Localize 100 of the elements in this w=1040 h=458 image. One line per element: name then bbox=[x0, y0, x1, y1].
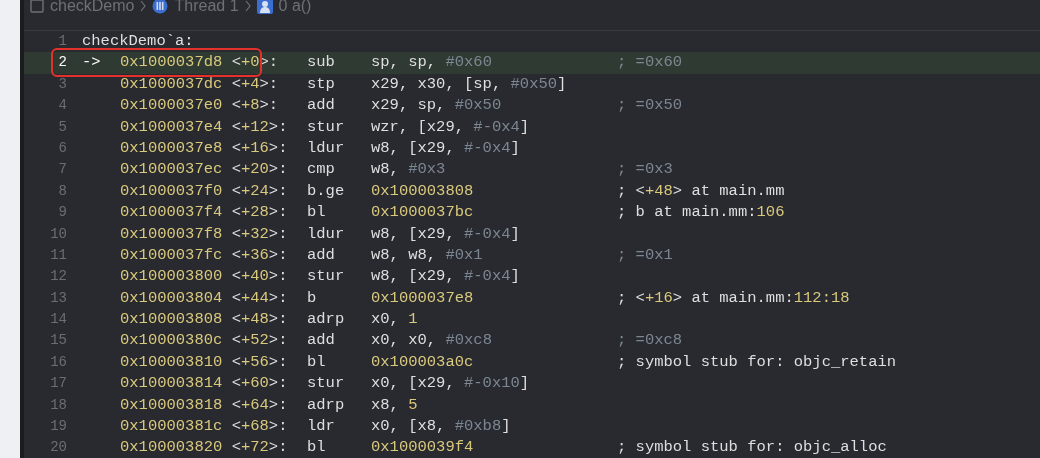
instruction-offset: <+52>: bbox=[231, 331, 288, 350]
line-number: 18 bbox=[49, 395, 67, 415]
chevron-icon bbox=[140, 0, 147, 12]
line-number: 8 bbox=[57, 181, 67, 201]
operands: 0x100003a0c bbox=[371, 352, 474, 371]
operands: w8, #0x3 bbox=[371, 160, 446, 179]
mnemonic: adrp bbox=[307, 395, 345, 414]
instruction-address: 0x100003800 bbox=[120, 267, 223, 286]
instruction-address: 0x100003810 bbox=[120, 352, 223, 371]
mnemonic: adrp bbox=[307, 310, 345, 329]
operands: w8, [x29, #-0x4] bbox=[371, 267, 520, 286]
instruction-address: 0x10000380c bbox=[120, 331, 223, 350]
breadcrumb-item[interactable]: 0 a() bbox=[278, 0, 312, 15]
instruction-offset: <+16>: bbox=[231, 138, 288, 157]
mnemonic: ldr bbox=[307, 417, 335, 436]
operands: x8, 5 bbox=[371, 395, 418, 414]
line-number: 9 bbox=[57, 203, 67, 223]
operands: x29, sp, #0x50 bbox=[371, 96, 502, 115]
instruction-offset: <+48>: bbox=[231, 310, 288, 329]
instruction-address: 0x1000037fc bbox=[120, 245, 223, 264]
line-number: 5 bbox=[57, 117, 67, 137]
instruction-address: 0x1000037f4 bbox=[120, 203, 223, 222]
mnemonic: stur bbox=[307, 117, 345, 136]
operands: 0x1000039f4 bbox=[371, 438, 474, 457]
instruction-offset: <+60>: bbox=[231, 374, 288, 393]
breadcrumb-item[interactable]: checkDemo bbox=[50, 0, 135, 15]
mnemonic: stur bbox=[307, 267, 345, 286]
operands: 0x100003808 bbox=[371, 181, 474, 200]
file-icon bbox=[30, 0, 44, 13]
line-number: 20 bbox=[49, 438, 67, 458]
code-comment: ; =0x50 bbox=[617, 96, 683, 115]
operands: x0, [x29, #-0x10] bbox=[371, 374, 530, 393]
program-counter-arrow: -> bbox=[82, 53, 101, 72]
line-number: 10 bbox=[49, 224, 67, 244]
operands: x29, x30, [sp, #0x50] bbox=[371, 74, 567, 93]
instruction-address: 0x1000037d8 bbox=[120, 53, 223, 72]
chevron-icon bbox=[244, 0, 251, 12]
code-comment: ; =0xc8 bbox=[617, 331, 683, 350]
person-icon bbox=[256, 0, 273, 14]
instruction-offset: <+68>: bbox=[231, 417, 288, 436]
mnemonic: bl bbox=[307, 352, 326, 371]
instruction-address: 0x1000037f8 bbox=[120, 224, 223, 243]
mnemonic: bl bbox=[307, 438, 326, 457]
operands: x0, 1 bbox=[371, 310, 418, 329]
mnemonic: b.ge bbox=[307, 181, 345, 200]
instruction-offset: <+12>: bbox=[231, 117, 288, 136]
instruction-address: 0x1000037e8 bbox=[120, 138, 223, 157]
instruction-offset: <+64>: bbox=[231, 395, 288, 414]
mnemonic: cmp bbox=[307, 160, 335, 179]
line-number: 1 bbox=[57, 32, 67, 51]
instruction-offset: <+32>: bbox=[231, 224, 288, 243]
instruction-address: 0x100003814 bbox=[120, 374, 223, 393]
instruction-address: 0x100003818 bbox=[120, 395, 223, 414]
code-comment: ; <+48> at main.mm bbox=[617, 181, 785, 200]
instruction-offset: <+4>: bbox=[231, 74, 279, 93]
code-comment: ; symbol stub for: objc_retain bbox=[617, 352, 897, 371]
mnemonic: ldur bbox=[307, 224, 345, 243]
code-comment: ; symbol stub for: objc_alloc bbox=[617, 438, 887, 457]
code-comment: ; =0x3 bbox=[617, 160, 673, 179]
operands: w8, w8, #0x1 bbox=[371, 245, 483, 264]
mnemonic: ldur bbox=[307, 138, 345, 157]
operands: 0x1000037e8 bbox=[371, 288, 474, 307]
function-label: checkDemo`a: bbox=[81, 31, 195, 52]
operands: wzr, [x29, #-0x4] bbox=[371, 117, 530, 136]
code-comment: ; <+16> at main.mm:112:18 bbox=[617, 288, 850, 307]
line-number: 3 bbox=[57, 74, 67, 94]
operands: x0, [x8, #0xb8] bbox=[371, 417, 511, 436]
mnemonic: bl bbox=[307, 203, 326, 222]
instruction-address: 0x10000381c bbox=[120, 417, 223, 436]
line-number: 16 bbox=[49, 352, 67, 372]
instruction-offset: <+72>: bbox=[231, 438, 288, 457]
instruction-address: 0x1000037e4 bbox=[120, 117, 223, 136]
code-comment: ; =0x1 bbox=[617, 245, 673, 264]
instruction-address: 0x1000037dc bbox=[120, 74, 223, 93]
mnemonic: add bbox=[307, 245, 335, 264]
instruction-address: 0x1000037ec bbox=[120, 160, 223, 179]
line-number: 6 bbox=[57, 138, 67, 158]
line-number: 13 bbox=[49, 288, 67, 308]
instruction-offset: <+44>: bbox=[231, 288, 288, 307]
line-number: 2 bbox=[57, 53, 67, 73]
mnemonic: stur bbox=[307, 374, 345, 393]
code-comment: ; b at main.mm:106 bbox=[617, 203, 785, 222]
operands: w8, [x29, #-0x4] bbox=[371, 224, 520, 243]
line-number: 12 bbox=[49, 267, 67, 287]
instruction-offset: <+20>: bbox=[231, 160, 288, 179]
instruction-address: 0x100003804 bbox=[120, 288, 223, 307]
operands: x0, x0, #0xc8 bbox=[371, 331, 492, 350]
instruction-offset: <+36>: bbox=[231, 245, 288, 264]
operands: sp, sp, #0x60 bbox=[371, 53, 492, 72]
instruction-address: 0x1000037e0 bbox=[120, 96, 223, 115]
breadcrumb-item[interactable]: Thread 1 bbox=[174, 0, 239, 15]
code-comment: ; =0x60 bbox=[617, 53, 683, 72]
line-number: 7 bbox=[57, 160, 67, 180]
instruction-offset: <+56>: bbox=[231, 352, 288, 371]
instruction-offset: <+40>: bbox=[231, 267, 288, 286]
mnemonic: b bbox=[307, 288, 317, 307]
operands: w8, [x29, #-0x4] bbox=[371, 138, 520, 157]
instruction-address: 0x1000037f0 bbox=[120, 181, 223, 200]
instruction-offset: <+8>: bbox=[231, 96, 279, 115]
thread-icon bbox=[152, 0, 169, 14]
